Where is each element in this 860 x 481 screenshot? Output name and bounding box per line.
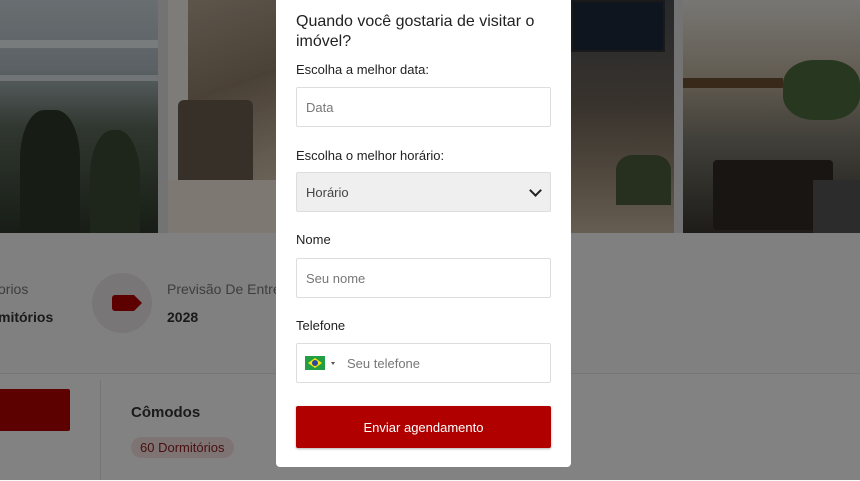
country-selector[interactable] [305, 356, 335, 370]
brazil-flag-icon [305, 356, 325, 370]
phone-placeholder: Seu telefone [347, 355, 421, 371]
schedule-visit-modal: Quando você gostaria de visitar o imóvel… [276, 0, 571, 467]
date-placeholder: Data [306, 99, 334, 115]
name-label: Nome [296, 232, 331, 247]
modal-title: Quando você gostaria de visitar o imóvel… [296, 13, 535, 50]
chevron-down-icon [529, 183, 542, 197]
name-placeholder: Seu nome [306, 270, 366, 286]
phone-label: Telefone [296, 318, 346, 333]
submit-schedule-button[interactable]: Enviar agendamento [296, 406, 551, 448]
time-select[interactable]: Horário [296, 172, 551, 212]
phone-field[interactable]: Seu telefone [296, 343, 551, 383]
time-label: Escolha o melhor horário: [296, 148, 445, 163]
name-field[interactable]: Seu nome [296, 258, 551, 298]
caret-down-icon [331, 361, 335, 365]
date-field[interactable]: Data [296, 87, 551, 127]
date-label: Escolha a melhor data: [296, 62, 429, 77]
time-select-value: Horário [306, 184, 349, 200]
